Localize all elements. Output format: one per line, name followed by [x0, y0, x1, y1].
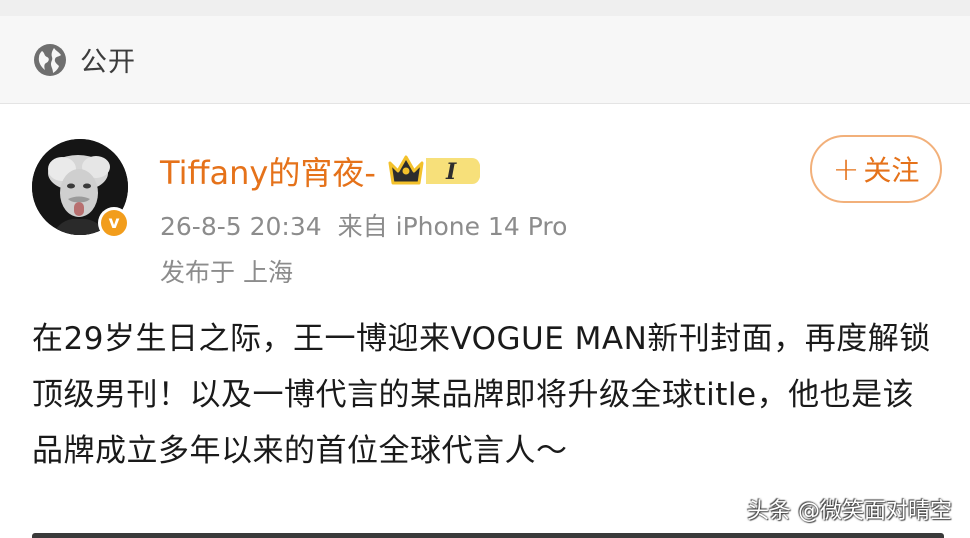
author-avatar[interactable]: v — [32, 139, 130, 239]
post-image-preview[interactable] — [32, 533, 944, 538]
post-source: 来自 iPhone 14 Pro — [337, 212, 568, 241]
v-verified-icon: v — [101, 210, 127, 236]
post-card: v Tiffany的宵夜- I 26-8-5 20:34 来自 iPhone 14… — [0, 105, 970, 538]
post-content: 在29岁生日之际，王一博迎来VOGUE MAN新刊封面，再度解锁顶级男刊！以及一… — [32, 321, 931, 469]
top-band — [0, 0, 970, 16]
post-meta: 26-8-5 20:34 来自 iPhone 14 Pro — [160, 207, 567, 243]
visibility-label: 公开 — [80, 47, 136, 78]
post-location: 发布于 上海 — [160, 258, 293, 287]
author-row: Tiffany的宵夜- I — [160, 149, 482, 193]
globe-icon — [34, 43, 66, 76]
member-level: I — [445, 159, 457, 185]
plus-icon: + — [832, 150, 860, 188]
post-timestamp: 26-8-5 20:34 — [160, 212, 322, 241]
author-name[interactable]: Tiffany的宵夜- — [160, 148, 376, 194]
verified-badge: v — [98, 207, 130, 239]
crown-member-badge-icon[interactable]: I — [386, 151, 482, 191]
follow-label: 关注 — [863, 154, 920, 187]
watermark: 头条 @微笑面对晴空 — [747, 499, 952, 524]
visibility-bar[interactable]: 公开 — [0, 16, 970, 104]
follow-button[interactable]: + 关注 — [810, 135, 942, 203]
